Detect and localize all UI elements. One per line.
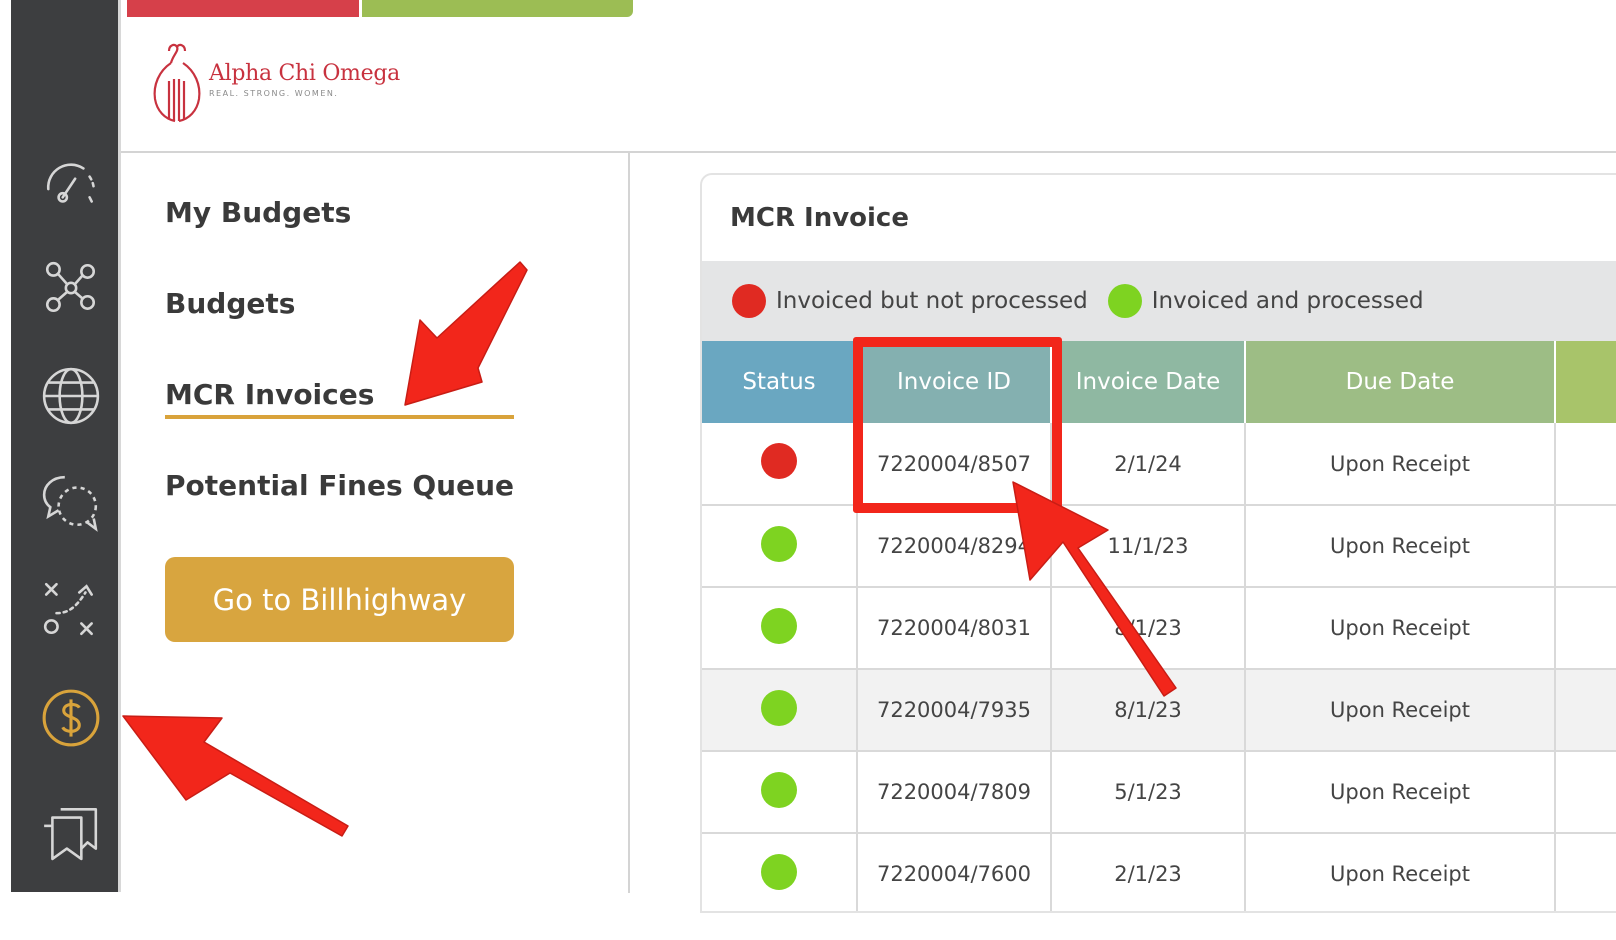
mcr-invoice-card: MCR Invoice Invoiced but not processed I… (700, 173, 1616, 913)
lyre-logo-icon (151, 41, 203, 129)
invoice-date-cell: 8/1/23 (1051, 587, 1246, 670)
invoice-table: Status Invoice ID Invoice Date Due Date … (702, 341, 1616, 911)
table-row[interactable]: 7220004/8294 11/1/23 Upon Receipt (702, 505, 1616, 588)
column-header-invoice-date[interactable]: Invoice Date (1051, 341, 1246, 423)
legend-label: Invoiced and processed (1151, 288, 1424, 314)
globe-icon[interactable] (39, 364, 103, 428)
due-date-cell: Upon Receipt (1245, 669, 1556, 752)
status-cell (702, 423, 858, 506)
invoice-id-cell[interactable]: 7220004/7809 (857, 751, 1052, 834)
invoice-date-cell: 8/1/23 (1051, 669, 1246, 752)
nav-budgets[interactable]: Budgets (165, 287, 295, 320)
legend-label: Invoiced but not processed (776, 288, 1088, 314)
column-header-overflow (1555, 341, 1616, 423)
due-date-cell: Upon Receipt (1245, 833, 1556, 911)
green-status-dot-icon (761, 771, 797, 808)
column-header-status[interactable]: Status (702, 341, 858, 423)
header: Alpha Chi Omega REAL. STRONG. WOMEN. (121, 17, 1616, 153)
invoice-date-cell: 11/1/23 (1051, 505, 1246, 588)
go-to-billhighway-button[interactable]: Go to Billhighway (165, 557, 514, 642)
invoice-date-cell: 5/1/23 (1051, 751, 1246, 834)
card-title: MCR Invoice (730, 203, 909, 233)
invoice-id-cell[interactable]: 7220004/8294 (857, 505, 1052, 588)
green-status-dot-icon (761, 853, 797, 890)
nav-potential-fines-queue[interactable]: Potential Fines Queue (165, 469, 514, 502)
table-row[interactable]: 7220004/7809 5/1/23 Upon Receipt (702, 751, 1616, 834)
legend-item: Invoiced and processed (1107, 284, 1424, 318)
strategy-play-icon[interactable] (39, 577, 103, 641)
top-color-bar-red (127, 0, 359, 17)
invoice-date-cell: 2/1/23 (1051, 833, 1246, 911)
nav-my-budgets[interactable]: My Budgets (165, 196, 351, 229)
status-cell (702, 833, 858, 911)
overflow-cell (1555, 669, 1616, 752)
overflow-cell (1555, 587, 1616, 670)
overflow-cell (1555, 423, 1616, 506)
subnav-divider (628, 153, 630, 893)
red-status-dot-icon (732, 284, 766, 318)
status-cell (702, 587, 858, 670)
due-date-cell: Upon Receipt (1245, 587, 1556, 670)
status-cell (702, 669, 858, 752)
speedometer-icon[interactable] (39, 155, 103, 219)
legend-item: Invoiced but not processed (732, 284, 1088, 318)
due-date-cell: Upon Receipt (1245, 423, 1556, 506)
invoice-id-cell[interactable]: 7220004/7935 (857, 669, 1052, 752)
table-row[interactable]: 7220004/7600 2/1/23 Upon Receipt (702, 833, 1616, 911)
overflow-cell (1555, 833, 1616, 911)
overflow-cell (1555, 751, 1616, 834)
annotation-arrow-rail (122, 715, 349, 837)
annotation-highlight-box (853, 337, 1062, 513)
dollar-circle-icon[interactable] (39, 686, 103, 750)
status-legend: Invoiced but not processed Invoiced and … (702, 261, 1616, 341)
green-status-dot-icon (761, 607, 797, 644)
invoice-id-cell[interactable]: 7220004/8031 (857, 587, 1052, 670)
column-header-due-date[interactable]: Due Date (1245, 341, 1556, 423)
network-icon[interactable] (39, 256, 103, 320)
green-status-dot-icon (761, 525, 797, 562)
table-row[interactable]: 7220004/7935 8/1/23 Upon Receipt (702, 669, 1616, 752)
invoice-date-cell: 2/1/24 (1051, 423, 1246, 506)
nav-mcr-invoices[interactable]: MCR Invoices (165, 378, 514, 419)
green-status-dot-icon (761, 689, 797, 726)
invoice-id-cell[interactable]: 7220004/7600 (857, 833, 1052, 911)
brand-logo[interactable]: Alpha Chi Omega REAL. STRONG. WOMEN. (151, 41, 400, 129)
table-row[interactable]: 7220004/8507 2/1/24 Upon Receipt (702, 423, 1616, 506)
brand-tagline: REAL. STRONG. WOMEN. (209, 89, 339, 98)
status-cell (702, 505, 858, 588)
overflow-cell (1555, 505, 1616, 588)
bookmarks-icon[interactable] (39, 798, 103, 862)
top-color-bar-green (362, 0, 633, 17)
green-status-dot-icon (1107, 284, 1142, 318)
due-date-cell: Upon Receipt (1245, 751, 1556, 834)
status-cell (702, 751, 858, 834)
table-row[interactable]: 7220004/8031 8/1/23 Upon Receipt (702, 587, 1616, 670)
red-status-dot-icon (761, 443, 797, 479)
due-date-cell: Upon Receipt (1245, 505, 1556, 588)
icon-rail (11, 0, 118, 892)
brand-name: Alpha Chi Omega (209, 61, 400, 86)
chat-bubbles-icon[interactable] (39, 470, 103, 534)
